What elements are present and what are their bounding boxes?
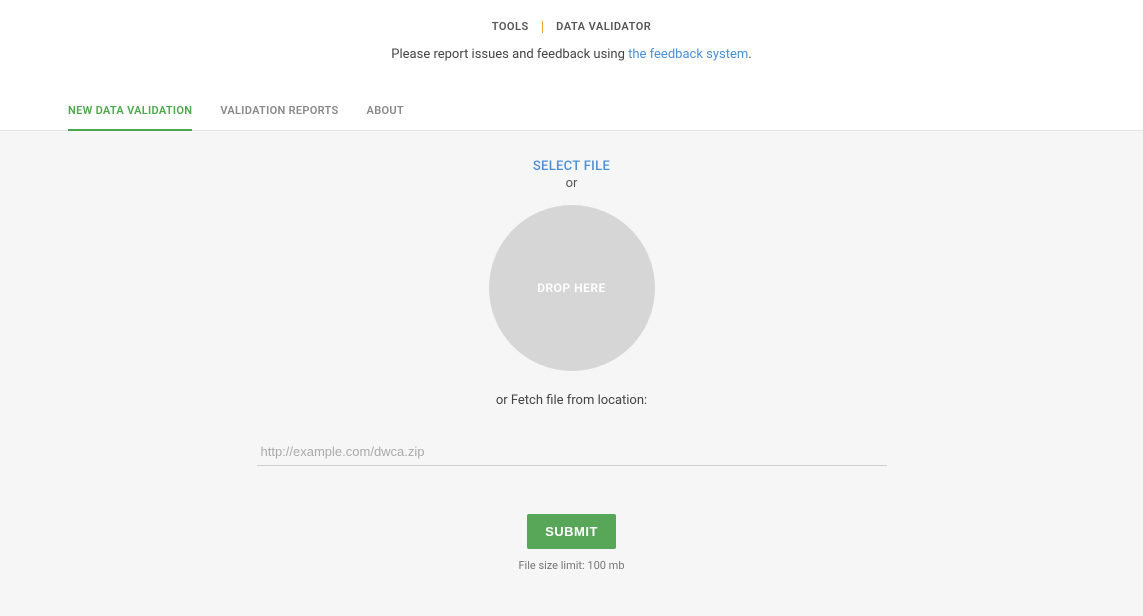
tab-validation-reports[interactable]: VALIDATION REPORTS: [220, 94, 338, 131]
fetch-label: or Fetch file from location:: [0, 393, 1143, 408]
feedback-message: Please report issues and feedback using …: [0, 47, 1143, 62]
breadcrumb-current: DATA VALIDATOR: [556, 20, 651, 33]
validation-panel: SELECT FILE or DROP HERE or Fetch file f…: [0, 131, 1143, 616]
tab-new-validation[interactable]: NEW DATA VALIDATION: [68, 94, 192, 131]
breadcrumb-parent[interactable]: TOOLS: [492, 20, 529, 33]
feedback-suffix: .: [748, 47, 751, 62]
feedback-link[interactable]: the feedback system: [628, 47, 748, 62]
breadcrumb-separator: [542, 21, 543, 33]
select-file-link[interactable]: SELECT FILE: [533, 159, 610, 174]
drop-zone[interactable]: DROP HERE: [489, 205, 655, 371]
file-size-limit: File size limit: 100 mb: [0, 559, 1143, 572]
upload-area: SELECT FILE or DROP HERE or Fetch file f…: [0, 155, 1143, 572]
feedback-prefix: Please report issues and feedback using: [391, 47, 628, 62]
breadcrumb: TOOLS DATA VALIDATOR: [0, 20, 1143, 33]
url-input[interactable]: [257, 438, 887, 466]
tab-about[interactable]: ABOUT: [367, 94, 404, 131]
submit-button[interactable]: SUBMIT: [527, 514, 616, 549]
tab-bar: NEW DATA VALIDATION VALIDATION REPORTS A…: [0, 94, 1143, 131]
drop-zone-label: DROP HERE: [537, 281, 606, 295]
or-text: or: [0, 176, 1143, 191]
